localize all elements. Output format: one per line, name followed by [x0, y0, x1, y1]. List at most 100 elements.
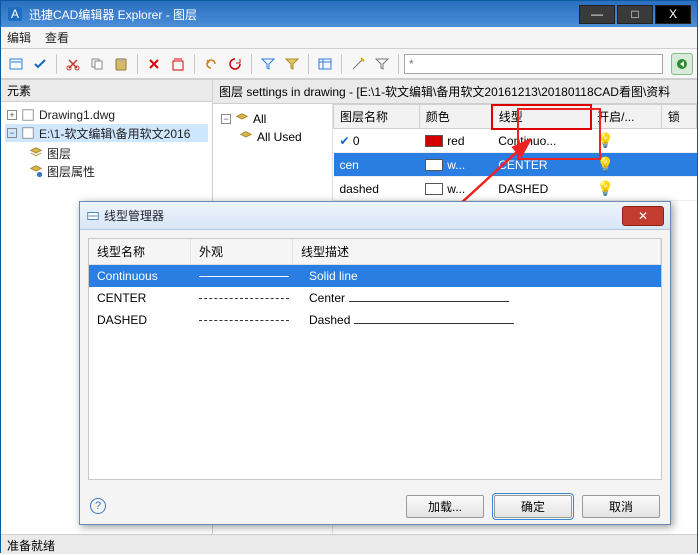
drawings-tree: + Drawing1.dwg − E:\1-软文编辑\备用软文2016 图层: [1, 102, 212, 184]
maximize-button[interactable]: □: [617, 5, 653, 24]
col-on[interactable]: 开启/...: [591, 105, 662, 129]
window-title: 迅捷CAD编辑器 Explorer - 图层: [29, 6, 577, 23]
dlgcol-desc[interactable]: 线型描述: [293, 239, 661, 264]
layers-icon: [235, 112, 249, 126]
cell-name: dashed: [334, 177, 420, 201]
dialog-footer: ? 加载... 确定 取消: [80, 488, 670, 524]
linetype-row[interactable]: DASHEDDashed: [89, 309, 661, 331]
cell-lock[interactable]: [661, 177, 696, 201]
cell-on[interactable]: 💡: [591, 177, 662, 201]
tree-label: 图层: [47, 145, 71, 162]
lt-name: Continuous: [89, 269, 199, 283]
delete-icon[interactable]: [143, 53, 165, 75]
dialog-title: 线型管理器: [100, 207, 622, 224]
separator: [56, 54, 57, 74]
menu-view[interactable]: 查看: [45, 29, 69, 46]
tree-path[interactable]: − E:\1-软文编辑\备用软文2016: [5, 124, 208, 142]
lt-desc: Solid line: [309, 269, 661, 283]
separator: [398, 54, 399, 74]
table-row[interactable]: ✔ 0redContinuo...💡: [334, 129, 697, 153]
table-row[interactable]: dashedw...DASHED💡: [334, 177, 697, 201]
undo-icon[interactable]: [200, 53, 222, 75]
filter-label: All: [253, 112, 266, 126]
dlgcol-name[interactable]: 线型名称: [89, 239, 191, 264]
app-icon: A: [7, 6, 23, 22]
cell-lock[interactable]: [661, 153, 696, 177]
separator: [137, 54, 138, 74]
app-window: A 迅捷CAD编辑器 Explorer - 图层 — □ X 编辑 查看: [0, 0, 698, 553]
layers-icon: [239, 130, 253, 144]
tree-drawing1[interactable]: + Drawing1.dwg: [5, 106, 208, 124]
cell-color[interactable]: w...: [419, 177, 492, 201]
cell-name: cen: [334, 153, 420, 177]
minimize-button[interactable]: —: [579, 5, 615, 24]
tree-layer-props[interactable]: 图层属性: [29, 162, 208, 180]
cell-linetype[interactable]: CENTER: [492, 153, 590, 177]
toolbar: *: [1, 49, 697, 79]
cell-color[interactable]: w...: [419, 153, 492, 177]
table-row[interactable]: cenw...CENTER💡: [334, 153, 697, 177]
lt-appearance: [199, 320, 309, 321]
check-icon[interactable]: [29, 53, 51, 75]
titlebar: A 迅捷CAD编辑器 Explorer - 图层 — □ X: [1, 1, 697, 27]
col-lock[interactable]: 锁: [661, 105, 696, 129]
filter-a-icon[interactable]: [257, 53, 279, 75]
help-icon[interactable]: ?: [90, 498, 106, 514]
copy-icon[interactable]: [86, 53, 108, 75]
purge-icon[interactable]: [167, 53, 189, 75]
dialog-titlebar[interactable]: 线型管理器 ✕: [80, 202, 670, 230]
cell-linetype[interactable]: Continuo...: [492, 129, 590, 153]
linetype-row[interactable]: CENTER Center: [89, 287, 661, 309]
window-buttons: — □ X: [577, 5, 691, 24]
close-button[interactable]: X: [655, 5, 691, 24]
expand-icon[interactable]: +: [7, 110, 17, 120]
lt-appearance: [199, 276, 309, 277]
lt-desc: Center: [309, 291, 661, 305]
tree-layers[interactable]: 图层: [29, 144, 208, 162]
cell-linetype[interactable]: DASHED: [492, 177, 590, 201]
dlgcol-appearance[interactable]: 外观: [191, 239, 293, 264]
cell-lock[interactable]: [661, 129, 696, 153]
cut-icon[interactable]: [62, 53, 84, 75]
collapse-icon[interactable]: −: [221, 114, 231, 124]
ok-button[interactable]: 确定: [494, 495, 572, 518]
linetype-row[interactable]: Continuous Solid line: [89, 265, 661, 287]
refresh-icon[interactable]: [224, 53, 246, 75]
cancel-button[interactable]: 取消: [582, 495, 660, 518]
col-name[interactable]: 图层名称: [334, 105, 420, 129]
layerstate-icon[interactable]: [314, 53, 336, 75]
cell-on[interactable]: 💡: [591, 153, 662, 177]
linetype-list: Continuous Solid line CENTER Center DASHEDDa…: [89, 265, 661, 479]
col-color[interactable]: 颜色: [419, 105, 492, 129]
tree-label: 图层属性: [47, 163, 95, 180]
filter-all-used[interactable]: All Used: [219, 128, 326, 146]
tree-label: E:\1-软文编辑\备用软文2016: [39, 125, 190, 142]
new-layer-icon[interactable]: [5, 53, 27, 75]
separator: [341, 54, 342, 74]
dialog-body: 线型名称 外观 线型描述 ContinuousSolid lineCENTERC…: [88, 238, 662, 480]
wand-icon[interactable]: [347, 53, 369, 75]
separator: [194, 54, 195, 74]
collapse-icon[interactable]: −: [7, 128, 17, 138]
search-input[interactable]: *: [404, 54, 663, 74]
menu-edit[interactable]: 编辑: [7, 29, 31, 46]
linetype-dialog: 线型管理器 ✕ 线型名称 外观 线型描述 Continuous Solid lin…: [79, 201, 671, 525]
dialog-close-button[interactable]: ✕: [622, 206, 664, 226]
go-button[interactable]: [671, 53, 693, 75]
funnel-icon[interactable]: [371, 53, 393, 75]
cell-name: ✔ 0: [334, 129, 420, 153]
lt-name: DASHED: [89, 313, 199, 327]
cell-on[interactable]: 💡: [591, 129, 662, 153]
tree-children: 图层 图层属性: [29, 144, 208, 180]
filter-label: All Used: [257, 130, 302, 144]
col-linetype[interactable]: 线型: [492, 105, 590, 129]
dialog-columns: 线型名称 外观 线型描述: [89, 239, 661, 265]
statusbar: 准备就绪: [1, 534, 697, 554]
cell-color[interactable]: red: [419, 129, 492, 153]
paste-icon[interactable]: [110, 53, 132, 75]
load-button[interactable]: 加载...: [406, 495, 484, 518]
lt-name: CENTER: [89, 291, 199, 305]
filter-all[interactable]: − All: [219, 110, 326, 128]
filter-b-icon[interactable]: [281, 53, 303, 75]
breadcrumb: 图层 settings in drawing - [E:\1-软文编辑\备用软文…: [213, 80, 697, 104]
